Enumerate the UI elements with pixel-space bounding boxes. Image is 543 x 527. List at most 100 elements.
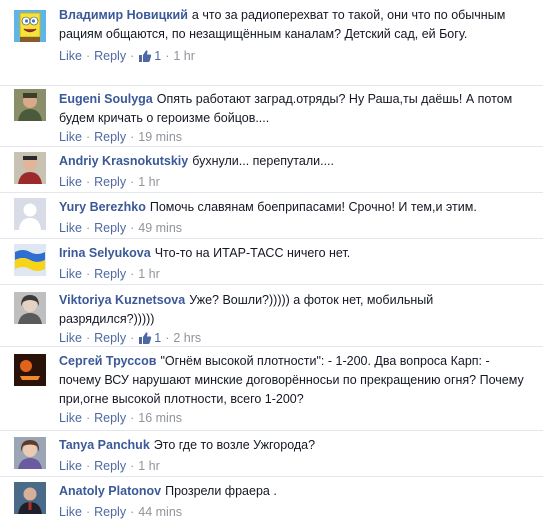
comment-body: Что-то на ИТАР-ТАСС ничего нет. — [154, 246, 351, 260]
separator-dot: · — [130, 49, 135, 63]
user-photo-icon[interactable] — [14, 354, 46, 386]
separator-dot: · — [85, 130, 91, 144]
separator-dot: · — [130, 459, 135, 473]
separator-dot: · — [130, 130, 135, 144]
separator-dot: · — [165, 49, 170, 63]
like-count-value: 1 — [154, 49, 162, 63]
comment-item: Irina Selyukova Что-то на ИТАР-ТАСС ничег… — [0, 238, 543, 284]
reply-link[interactable]: Reply — [94, 505, 126, 519]
comment-author-link[interactable]: Andriy Krasnokutskiy — [59, 154, 188, 168]
comment-timestamp[interactable]: 1 hr — [138, 175, 160, 189]
user-photo-icon[interactable] — [14, 292, 46, 324]
comment-text: Tanya Panchuk Это где то возле Ужгорода? — [59, 436, 529, 455]
comment-item: Tanya Panchuk Это где то возле Ужгорода? … — [0, 430, 543, 476]
comment-actions: Like · Reply · 1 hr — [59, 266, 529, 282]
reply-link[interactable]: Reply — [94, 411, 126, 425]
reply-link[interactable]: Reply — [94, 459, 126, 473]
separator-dot: · — [130, 411, 135, 425]
separator-dot: · — [130, 175, 135, 189]
comment-item: Anatoly Platonov Прозрели фраера . Like · R… — [0, 476, 543, 527]
comment-text: Irina Selyukova Что-то на ИТАР-ТАСС ничег… — [59, 244, 529, 263]
comment-author-link[interactable]: Anatoly Platonov — [59, 484, 161, 498]
comment-item: Сергей Труссов "Огнём высокой плотности":… — [0, 346, 543, 430]
comment-author-link[interactable]: Владимир Новицкий — [59, 8, 188, 22]
comment-author-link[interactable]: Viktoriya Kuznetsova — [59, 293, 185, 307]
user-photo-icon[interactable] — [14, 89, 46, 121]
like-count[interactable]: 1 — [138, 49, 161, 63]
comment-actions: Like · Reply · 19 mins — [59, 129, 529, 145]
comment-text: Andriy Krasnokutskiy бухнули... перепутал… — [59, 152, 529, 171]
user-photo-icon[interactable] — [14, 482, 46, 514]
comment-timestamp[interactable]: 1 hr — [138, 267, 160, 281]
comment-text: Viktoriya Kuznetsova Уже? Вошли?))))) а ф… — [59, 291, 529, 329]
comment-author-link[interactable]: Yury Berezhko — [59, 200, 146, 214]
like-link[interactable]: Like — [59, 221, 82, 235]
separator-dot: · — [85, 267, 91, 281]
comment-text: Anatoly Platonov Прозрели фраера . — [59, 482, 529, 501]
spongebob-avatar-icon[interactable] — [14, 10, 46, 42]
comment-text: Yury Berezhko Помочь славянам боеприпасам… — [59, 198, 529, 217]
comment-actions: Like · Reply · 44 mins — [59, 504, 529, 520]
like-link[interactable]: Like — [59, 130, 82, 144]
reply-link[interactable]: Reply — [94, 267, 126, 281]
thumbs-up-icon — [138, 49, 152, 67]
comment-item: Владимир Новицкий а что за радиоперехват … — [0, 0, 543, 85]
comment-actions: Like · Reply · 1 hr — [59, 458, 529, 474]
like-count-value: 1 — [154, 331, 162, 345]
separator-dot: · — [165, 331, 170, 345]
reply-link[interactable]: Reply — [94, 175, 126, 189]
like-link[interactable]: Like — [59, 459, 82, 473]
reply-link[interactable]: Reply — [94, 331, 126, 345]
separator-dot: · — [85, 221, 91, 235]
default-silhouette-icon[interactable] — [14, 198, 46, 230]
like-link[interactable]: Like — [59, 267, 82, 281]
comment-actions: Like · Reply · 16 mins — [59, 410, 529, 426]
comment-body: бухнули... перепутали.... — [192, 154, 334, 168]
comment-timestamp[interactable]: 19 mins — [138, 130, 182, 144]
like-count[interactable]: 1 — [138, 331, 161, 345]
reply-link[interactable]: Reply — [94, 49, 126, 63]
like-link[interactable]: Like — [59, 49, 82, 63]
separator-dot: · — [85, 49, 91, 63]
comment-actions: Like · Reply · 49 mins — [59, 220, 529, 236]
comment-author-link[interactable]: Сергей Труссов — [59, 354, 156, 368]
comment-item: Viktoriya Kuznetsova Уже? Вошли?))))) а ф… — [0, 284, 543, 346]
separator-dot: · — [85, 505, 91, 519]
user-photo-icon[interactable] — [14, 152, 46, 184]
comment-timestamp[interactable]: 2 hrs — [173, 331, 201, 345]
comment-timestamp[interactable]: 49 mins — [138, 221, 182, 235]
comment-author-link[interactable]: Eugeni Soulyga — [59, 92, 153, 106]
comment-text: Eugeni Soulyga Опять работают заград.отря… — [59, 90, 529, 128]
comment-body: Помочь славянам боеприпасами! Срочно! И … — [149, 200, 477, 214]
ukraine-flag-icon[interactable] — [14, 244, 46, 276]
separator-dot: · — [130, 331, 135, 345]
comment-timestamp[interactable]: 44 mins — [138, 505, 182, 519]
separator-dot: · — [85, 411, 91, 425]
comment-item: Yury Berezhko Помочь славянам боеприпасам… — [0, 192, 543, 238]
comment-item: Andriy Krasnokutskiy бухнули... перепутал… — [0, 146, 543, 192]
comment-item: Eugeni Soulyga Опять работают заград.отря… — [0, 85, 543, 146]
comment-author-link[interactable]: Tanya Panchuk — [59, 438, 150, 452]
separator-dot: · — [130, 267, 135, 281]
separator-dot: · — [85, 331, 91, 345]
comment-timestamp[interactable]: 16 mins — [138, 411, 182, 425]
comment-list: Владимир Новицкий а что за радиоперехват … — [0, 0, 543, 527]
separator-dot: · — [85, 459, 91, 473]
comment-actions: Like · Reply · 1 · 1 hr — [59, 48, 529, 67]
reply-link[interactable]: Reply — [94, 130, 126, 144]
comment-actions: Like · Reply · 1 hr — [59, 174, 529, 190]
like-link[interactable]: Like — [59, 331, 82, 345]
like-link[interactable]: Like — [59, 505, 82, 519]
like-link[interactable]: Like — [59, 175, 82, 189]
separator-dot: · — [130, 221, 135, 235]
separator-dot: · — [85, 175, 91, 189]
comment-timestamp[interactable]: 1 hr — [173, 49, 195, 63]
separator-dot: · — [130, 505, 135, 519]
comment-author-link[interactable]: Irina Selyukova — [59, 246, 151, 260]
comment-body: Прозрели фраера . — [165, 484, 277, 498]
user-photo-icon[interactable] — [14, 437, 46, 469]
reply-link[interactable]: Reply — [94, 221, 126, 235]
comment-body: Это где то возле Ужгорода? — [153, 438, 316, 452]
like-link[interactable]: Like — [59, 411, 82, 425]
comment-timestamp[interactable]: 1 hr — [138, 459, 160, 473]
